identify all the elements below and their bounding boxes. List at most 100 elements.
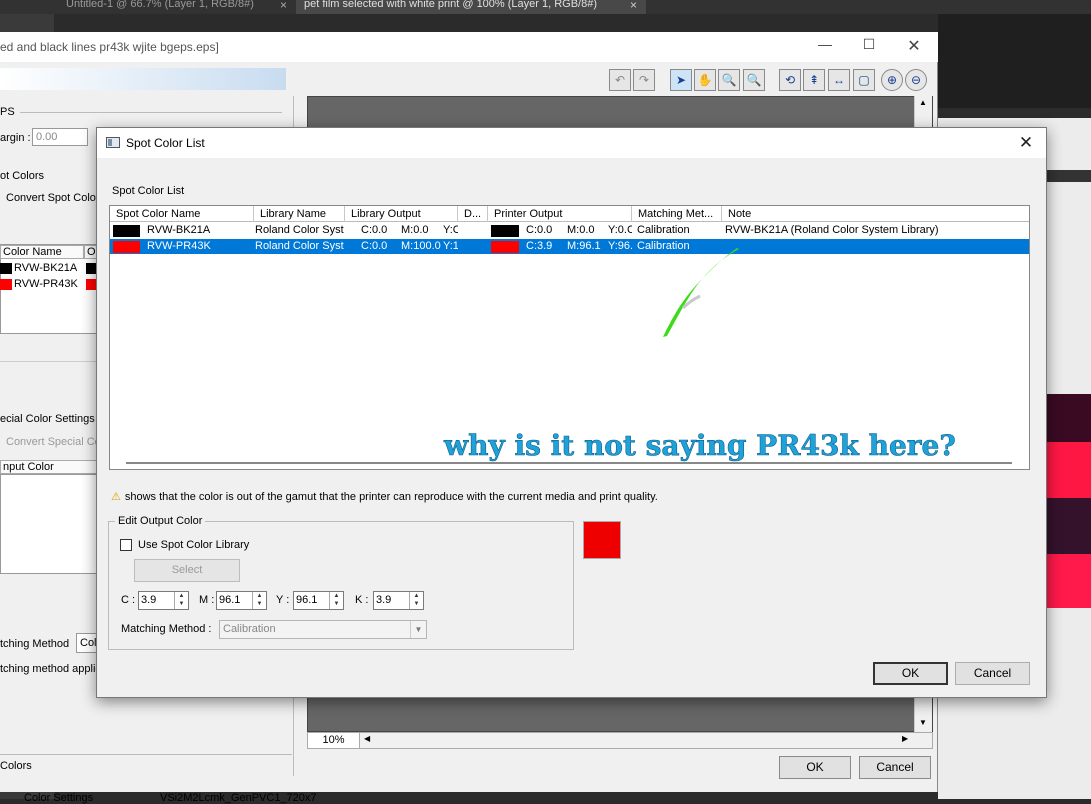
spot-swatch [0,279,12,290]
spot-color-list-label: Spot Color List [112,185,185,197]
matching-method-label: Matching Method : [121,623,212,635]
hand-icon[interactable]: ✋ [694,69,716,91]
m-input[interactable]: 96.1 ▲ ▼ [216,591,267,610]
zoom-level[interactable]: 10% [308,733,360,748]
use-spot-color-library-checkbox[interactable] [120,539,132,551]
column-label: nput Color [3,461,54,473]
redo-icon[interactable]: ↷ [633,69,655,91]
spot-colors-label: ot Colors [0,170,45,182]
align-top-icon[interactable]: ⇞ [803,69,825,91]
margin-input[interactable]: 0.00 [32,128,88,146]
scroll-right-icon[interactable]: ▶ [902,734,908,743]
convert-spot-checkbox-label[interactable]: Convert Spot Color [6,192,100,204]
ok-button[interactable]: OK [873,662,948,685]
scroll-up-icon[interactable]: ▲ [919,98,927,107]
k-label: K : [355,594,369,606]
c-input[interactable]: 3.9 ▲ ▼ [138,591,189,610]
m-value: 96.1 [219,594,241,606]
minimize-icon[interactable]: — [810,36,840,52]
column-label: O [87,246,96,258]
output-color-preview [583,521,621,559]
preview-window-title: ed and black lines pr43k wjite bgeps.eps… [0,40,219,54]
margin-label: argin : [0,132,31,144]
y-value: 96.1 [296,594,318,606]
c-value: 3.9 [141,594,157,606]
matching-method-label: tching Method [0,638,70,650]
color-settings-value: VSi2M2Lcmk_GenPVC1_720x7 [160,792,317,804]
k-input[interactable]: 3.9 ▲ ▼ [373,591,424,610]
undo-icon[interactable]: ↶ [609,69,631,91]
page-icon[interactable]: ▢ [853,69,875,91]
m-label: M : [199,594,215,606]
matching-method-value: Col [80,637,97,649]
spin-arrows-icon[interactable]: ▲ ▼ [329,592,343,609]
spot-color-list-dialog: Spot Color List ✕ Spot Color List Spot C… [96,127,1047,698]
eps-label: PS [0,106,15,118]
c-label: C : [121,594,136,606]
canvas-stripe [1046,554,1091,608]
y-label: Y : [276,594,290,606]
pointer-icon[interactable]: ➤ [670,69,692,91]
zoom-in-icon[interactable]: ⊕ [881,69,903,91]
matching-method-select[interactable]: Calibration ▼ [219,620,427,639]
canvas-stripe [1046,442,1091,498]
maximize-icon[interactable]: ☐ [854,36,884,53]
gamut-note: ⚠ shows that the color is out of the gamu… [111,490,658,503]
edit-output-color-legend: Edit Output Color [115,515,206,527]
document-tab-pet-film[interactable]: pet film selected with white print @ 100… [296,0,646,14]
scroll-down-icon[interactable]: ▼ [919,718,927,727]
color-settings-label: Color Settings [24,792,94,804]
scroll-left-icon[interactable]: ◀ [364,734,370,743]
spot-swatch [0,263,12,274]
margin-value: 0.00 [36,131,58,143]
use-spot-color-library-label[interactable]: Use Spot Color Library [138,539,249,551]
photoshop-workspace [938,14,1091,108]
fit-width-icon[interactable]: ↔ [828,69,850,91]
chevron-down-icon[interactable]: ▼ [410,621,426,638]
spin-arrows-icon[interactable]: ▲ ▼ [409,592,423,609]
close-icon[interactable]: ✕ [1014,131,1038,155]
gamut-note-text: shows that the color is out of the gamut… [124,491,658,503]
spot-color-item[interactable]: RVW-PR43K [14,278,78,290]
canvas-edge [1046,170,1091,182]
column-label: Color Name [3,246,62,258]
close-tab-icon[interactable]: × [630,0,637,12]
zoom-in-tool-icon[interactable]: 🔍 [718,69,740,91]
input-color-column-header[interactable]: nput Color [0,460,100,474]
preview-window-titlebar: ed and black lines pr43k wjite bgeps.eps… [0,32,938,62]
document-tab-label: Untitled-1 @ 66.7% (Layer 1, RGB/8#) [66,0,254,10]
annotation-text: why is it not saying PR43k here? [444,429,956,463]
zoom-out-tool-icon[interactable]: 🔍 [743,69,765,91]
special-color-settings-label: ecial Color Settings [0,413,95,425]
preview-horizontal-scrollbar[interactable]: 10% ◀ ▶ [307,732,933,749]
preview-ok-button[interactable]: OK [779,756,851,779]
spin-arrows-icon[interactable]: ▲ ▼ [174,592,188,609]
rotate-icon[interactable]: ⟲ [779,69,801,91]
close-tab-icon[interactable]: × [280,0,287,12]
warning-icon: ⚠ [111,491,121,503]
document-tab-untitled[interactable]: Untitled-1 @ 66.7% (Layer 1, RGB/8#) [60,0,276,14]
close-icon[interactable]: ✕ [899,36,929,56]
canvas-stripe [1046,394,1091,442]
color-name-column-header[interactable]: Color Name [0,245,84,259]
k-value: 3.9 [376,594,392,606]
cancel-button[interactable]: Cancel [955,662,1030,685]
convert-special-checkbox-label[interactable]: Convert Special Co [6,436,101,448]
matching-method-applied-label: tching method applie [0,663,102,675]
spot-color-item[interactable]: RVW-BK21A [14,262,77,274]
select-button[interactable]: Select [134,559,240,582]
matching-method-value: Calibration [223,623,276,635]
preview-cancel-button[interactable]: Cancel [859,756,931,779]
spot-color-table: Spot Color Name Library Name Library Out… [109,205,1030,470]
annotation-stroke [663,248,739,337]
input-color-list [0,474,100,574]
table-horizontal-scrollbar[interactable] [126,462,1012,464]
colors-label: Colors [0,760,32,772]
dialog-title: Spot Color List [126,136,205,150]
edit-output-color-group: Edit Output Color Use Spot Color Library… [108,515,574,650]
y-input[interactable]: 96.1 ▲ ▼ [293,591,344,610]
spin-arrows-icon[interactable]: ▲ ▼ [252,592,266,609]
preview-toolbar: ↶ ↷ ➤ ✋ 🔍 🔍 ⟲ ⇞ ↔ ▢ ⊕ ⊖ [0,69,938,91]
divider [0,754,292,755]
zoom-out-icon[interactable]: ⊖ [905,69,927,91]
